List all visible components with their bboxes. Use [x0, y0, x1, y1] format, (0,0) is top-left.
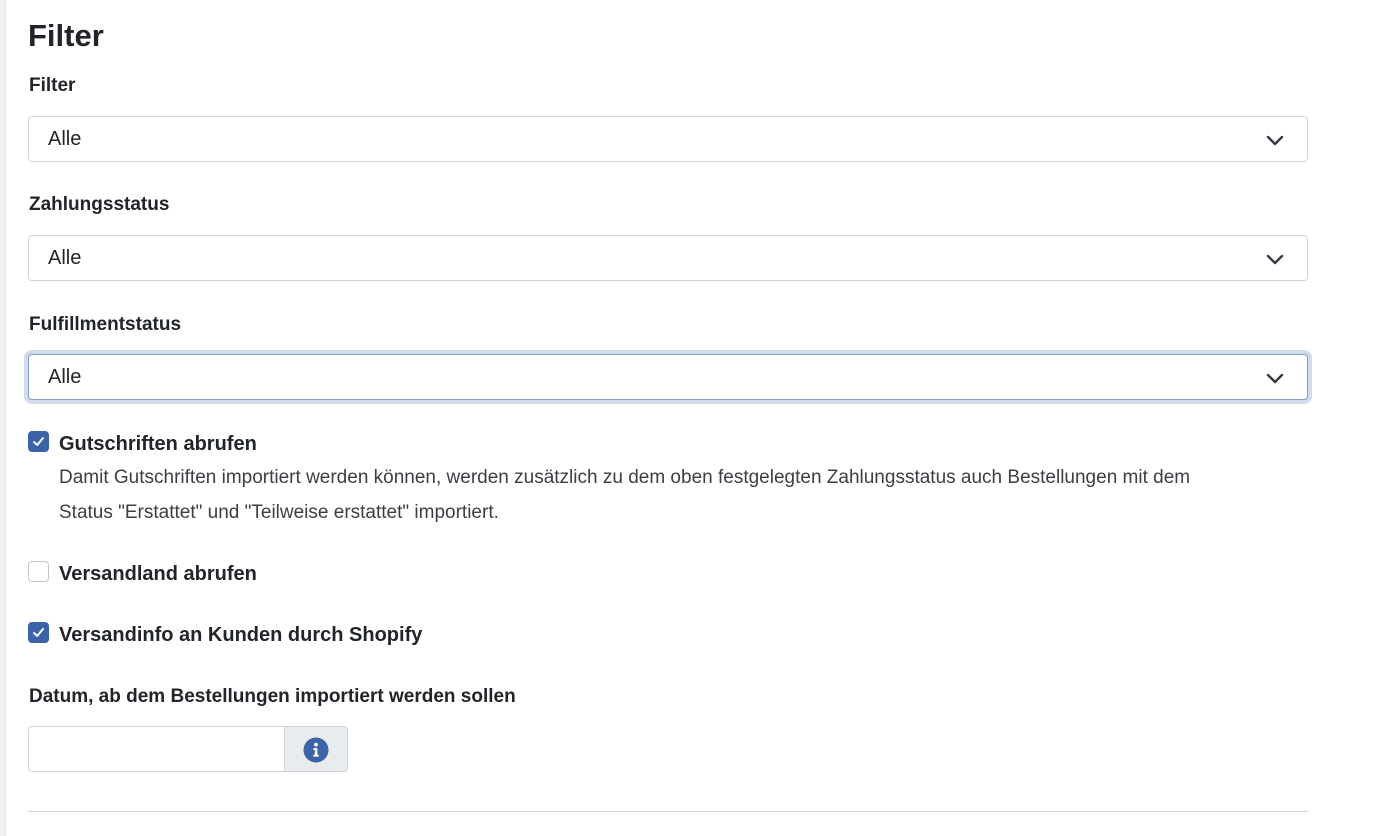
filter-label: Filter — [29, 75, 76, 96]
import-date-info-button[interactable] — [284, 726, 348, 772]
credit-notes-checkbox[interactable] — [28, 431, 49, 452]
credit-notes-help-line-2: Status "Erstattet" und "Teilweise erstat… — [59, 502, 499, 523]
filter-select[interactable]: Alle — [28, 116, 1308, 162]
import-date-label: Datum, ab dem Bestellungen importiert we… — [29, 686, 516, 707]
fulfillment-status-value: Alle — [48, 366, 82, 388]
payment-status-select[interactable]: Alle — [28, 235, 1308, 281]
check-icon — [33, 628, 44, 637]
chevron-down-icon — [1266, 254, 1284, 265]
page-title: Filter — [28, 18, 104, 53]
chevron-down-icon — [1266, 373, 1284, 384]
filter-select-value: Alle — [48, 128, 82, 150]
fulfillment-status-select[interactable]: Alle — [28, 354, 1308, 400]
shipping-country-label[interactable]: Versandland abrufen — [59, 561, 257, 587]
shipping-info-label[interactable]: Versandinfo an Kunden durch Shopify — [59, 622, 422, 648]
import-date-input[interactable] — [28, 726, 284, 772]
left-border — [0, 0, 6, 836]
credit-notes-help-line-1: Damit Gutschriften importiert werden kön… — [59, 467, 1191, 488]
section-divider — [28, 811, 1308, 812]
info-circle-icon — [303, 737, 329, 763]
credit-notes-label[interactable]: Gutschriften abrufen — [59, 431, 257, 457]
shipping-info-checkbox[interactable] — [28, 622, 49, 643]
payment-status-label: Zahlungsstatus — [29, 194, 170, 215]
fulfillment-status-label: Fulfillmentstatus — [29, 314, 182, 335]
payment-status-value: Alle — [48, 247, 82, 269]
shipping-country-checkbox[interactable] — [28, 561, 49, 582]
chevron-down-icon — [1266, 135, 1284, 146]
credit-notes-help-text: Damit Gutschriften importiert werden kön… — [59, 460, 1309, 530]
check-icon — [33, 437, 44, 446]
